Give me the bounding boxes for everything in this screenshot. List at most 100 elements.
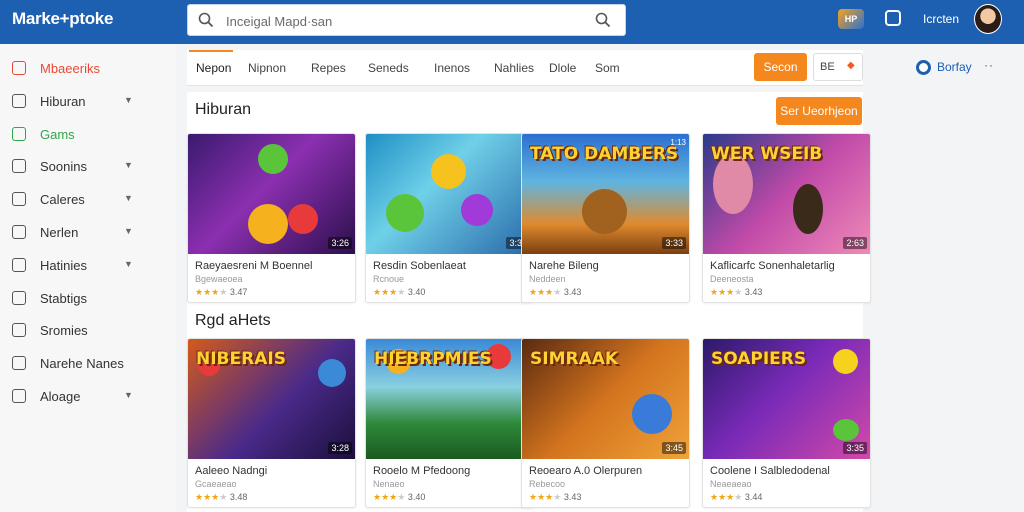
- game-card[interactable]: WER WSEIB 2:63 Kaflicarfc Sonenhaletarlig D…: [702, 133, 871, 303]
- tab[interactable]: Repes: [311, 61, 346, 75]
- game-title[interactable]: Kaflicarfc Sonenhaletarlig: [710, 260, 835, 272]
- game-title[interactable]: Resdin Sobenlaeat: [373, 260, 466, 272]
- game-thumbnail[interactable]: SOAPIERS 3:35: [703, 339, 870, 459]
- tab[interactable]: Inenos: [434, 61, 470, 75]
- view-toggle-button[interactable]: BE ◆: [813, 53, 863, 81]
- game-card[interactable]: 3:35 Resdin Sobenlaeat Rcnoue ★★★★ 3.40: [365, 133, 534, 303]
- view-all-button[interactable]: Ser Ueorhjeon: [776, 97, 862, 125]
- sidebar-item-label: Hiburan: [40, 93, 86, 109]
- artwork-shape: [582, 189, 627, 234]
- sidebar-item[interactable]: Stabtigs: [0, 286, 176, 312]
- rating-value: 3.43: [744, 287, 763, 297]
- artwork-shape: [833, 349, 858, 374]
- duration-badge: 3:35: [843, 442, 867, 454]
- game-title[interactable]: Rooelo M Pfedoong: [373, 465, 470, 477]
- game-thumbnail[interactable]: 3:26: [188, 134, 355, 254]
- game-card[interactable]: NIBERAIS 3:28 Aaleeo Nadngi Gcaeaeao ★★★★ 3.…: [187, 338, 356, 508]
- sidebar-item[interactable]: Narehe Nanes: [0, 351, 176, 377]
- tab[interactable]: Seneds: [368, 61, 409, 75]
- chevron-down-icon[interactable]: ▼: [124, 390, 133, 400]
- game-thumbnail[interactable]: NIBERAIS 3:28: [188, 339, 355, 459]
- star-empty-icon: ★: [397, 287, 406, 297]
- game-card[interactable]: SIMRAAK 3:45 Reoearo A.0 Olerpuren Rebecoo ★…: [521, 338, 690, 508]
- primary-action-button[interactable]: Secon: [754, 53, 807, 81]
- game-title[interactable]: Narehe Bileng: [529, 260, 599, 272]
- game-card[interactable]: SOAPIERS 3:35 Coolene I Salbledodenal Neaea…: [702, 338, 871, 508]
- duration-badge: 3:26: [328, 237, 352, 249]
- notifications-badge-icon[interactable]: HP: [838, 9, 864, 29]
- game-thumbnail[interactable]: TATO DAMBERS 1:13 3:33: [522, 134, 689, 254]
- star-empty-icon: ★: [734, 287, 743, 297]
- star-empty-icon: ★: [553, 492, 562, 502]
- game-card[interactable]: HIEBRPMIES Rooelo M Pfedoong Nenaeo ★★★★ 3.…: [365, 338, 534, 508]
- tab[interactable]: Nahlies: [494, 61, 534, 75]
- rating: ★★★★ 3.47: [195, 287, 247, 298]
- game-title[interactable]: Reoearo A.0 Olerpuren: [529, 465, 642, 477]
- active-tab-indicator: [189, 50, 233, 52]
- sidebar-item[interactable]: Sromies: [0, 318, 176, 344]
- artwork-shape: [258, 144, 288, 174]
- sidebar-item[interactable]: Mbaeeriks: [0, 56, 176, 82]
- game-thumbnail[interactable]: HIEBRPMIES: [366, 339, 533, 459]
- sidebar-item[interactable]: Nerlen ▼: [0, 220, 176, 246]
- game-subtitle: Deeneosta: [710, 274, 754, 284]
- game-card[interactable]: 3:26 Raeyaesreni M Boennel Bgewaeoea ★★★★ 3…: [187, 133, 356, 303]
- chevron-down-icon[interactable]: ▼: [124, 226, 133, 236]
- artwork-shape: [833, 419, 859, 441]
- app-logo[interactable]: Marke+ptoke: [12, 9, 113, 29]
- rating-value: 3.48: [229, 492, 248, 502]
- tab[interactable]: Dlole: [549, 61, 576, 75]
- thumbnail-title: SIMRAAK: [530, 349, 619, 369]
- sidebar-item[interactable]: Caleres ▼: [0, 187, 176, 213]
- chevron-down-icon[interactable]: ▼: [124, 160, 133, 170]
- category-icon: [12, 323, 26, 338]
- chevron-down-icon[interactable]: ▼: [124, 193, 133, 203]
- search-icon: [198, 12, 214, 28]
- sidebar-item[interactable]: Soonins ▼: [0, 154, 176, 180]
- game-thumbnail[interactable]: WER WSEIB 2:63: [703, 134, 870, 254]
- game-title[interactable]: Raeyaesreni M Boennel: [195, 260, 312, 272]
- section-title: Rgd aHets: [195, 312, 271, 329]
- artwork-shape: [386, 194, 424, 232]
- sidebar-item[interactable]: Aloage ▼: [0, 384, 176, 410]
- user-name[interactable]: Icrcten: [923, 12, 959, 26]
- avatar[interactable]: [974, 4, 1002, 34]
- sidebar-item[interactable]: Hatinies ▼: [0, 253, 176, 279]
- star-icon: ★★★: [195, 287, 220, 297]
- apps-icon[interactable]: [885, 10, 901, 26]
- thumbnail-title: TATO DAMBERS: [530, 144, 679, 164]
- more-options-icon[interactable]: ··: [984, 58, 994, 72]
- game-thumbnail[interactable]: SIMRAAK 3:45: [522, 339, 689, 459]
- sidebar-item-label: Gams: [40, 126, 75, 142]
- sidebar-item[interactable]: Hiburan ▼: [0, 89, 176, 115]
- artwork-shape: [632, 394, 672, 434]
- game-title[interactable]: Coolene I Salbledodenal: [710, 465, 830, 477]
- rating: ★★★★ 3.40: [373, 492, 425, 503]
- rating: ★★★★ 3.40: [373, 287, 425, 298]
- chevron-down-icon[interactable]: ▼: [124, 95, 133, 105]
- tab[interactable]: Nepon: [196, 61, 231, 75]
- rating: ★★★★ 3.43: [529, 287, 581, 298]
- game-subtitle: Neaeaeao: [710, 479, 752, 489]
- category-icon: [12, 93, 26, 108]
- tab[interactable]: Som: [595, 61, 620, 75]
- star-icon: ★★★: [195, 492, 220, 502]
- category-icon: [12, 61, 26, 75]
- sidebar-item[interactable]: Gams: [0, 122, 176, 148]
- category-icon: [12, 225, 26, 239]
- star-empty-icon: ★: [219, 287, 228, 297]
- search-input[interactable]: [226, 11, 566, 31]
- sidebar-item-label: Mbaeeriks: [40, 61, 100, 76]
- search-bar[interactable]: [187, 4, 626, 36]
- star-empty-icon: ★: [219, 492, 228, 502]
- game-thumbnail[interactable]: 3:35: [366, 134, 533, 254]
- sidebar: Mbaeeriks Hiburan ▼ Gams Soonins ▼ Caleres ▼ Ner…: [0, 44, 176, 512]
- tab[interactable]: Nipnon: [248, 61, 286, 75]
- game-card[interactable]: TATO DAMBERS 1:13 3:33 Narehe Bileng Neddeen…: [521, 133, 690, 303]
- category-icon: [12, 126, 26, 141]
- thumbnail-title: WER WSEIB: [711, 144, 823, 164]
- search-submit-icon[interactable]: [595, 12, 611, 28]
- chevron-down-icon[interactable]: ▼: [124, 259, 133, 269]
- sidebar-item-label: Soonins: [40, 159, 87, 175]
- game-title[interactable]: Aaleeo Nadngi: [195, 465, 267, 477]
